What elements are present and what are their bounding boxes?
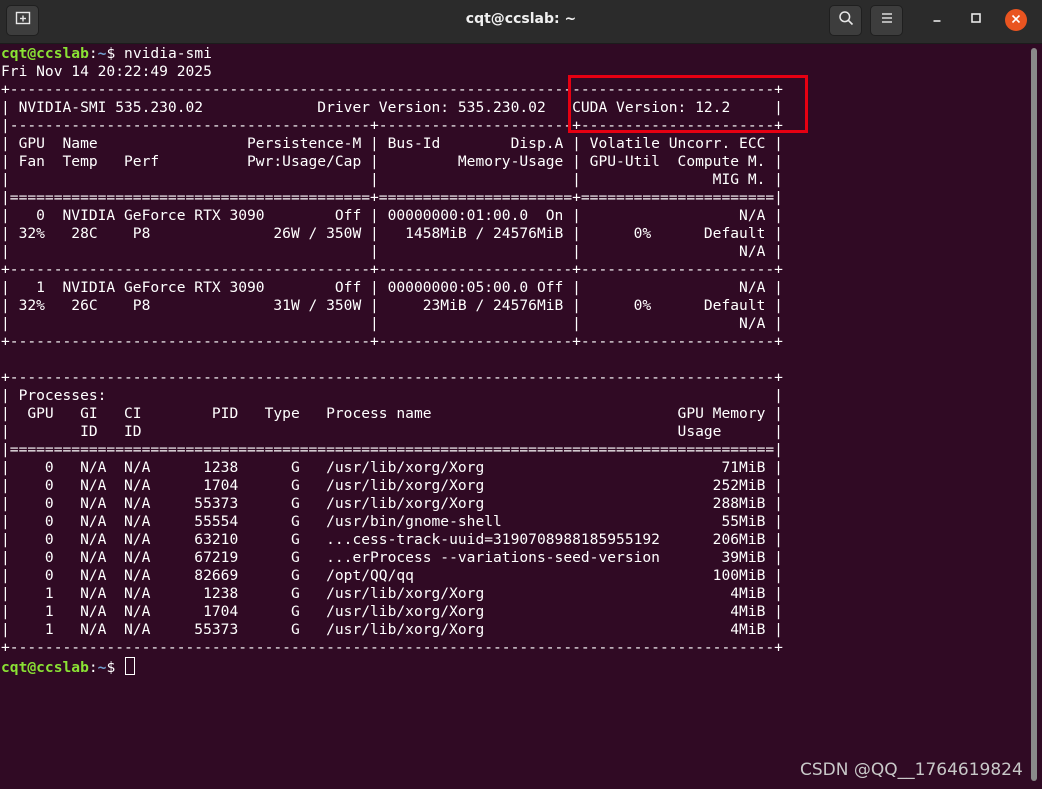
- command-text: nvidia-smi: [124, 45, 212, 62]
- maximize-button[interactable]: [965, 9, 987, 31]
- timestamp-line: Fri Nov 14 20:22:49 2025: [1, 63, 212, 80]
- process-row: | 0 N/A N/A 82669 G /opt/QQ/qq 100MiB |: [1, 567, 783, 584]
- text-cursor: [125, 657, 136, 675]
- new-tab-button[interactable]: [6, 5, 39, 36]
- title-bar[interactable]: cqt@ccslab: ~: [0, 0, 1042, 44]
- smi-header-border: +---------------------------------------…: [1, 81, 783, 98]
- gpu-1-separator: +---------------------------------------…: [1, 333, 783, 350]
- process-row: | 0 N/A N/A 63210 G ...cess-track-uuid=3…: [1, 531, 783, 548]
- prompt-separator: :: [88, 659, 98, 676]
- processes-column-header-1: | GPU GI CI PID Type Process name GPU Me…: [1, 405, 783, 422]
- prompt-user-host: cqt@ccslab: [1, 659, 89, 676]
- process-row: | 1 N/A N/A 55373 G /usr/lib/xorg/Xorg 4…: [1, 621, 783, 638]
- gpu-0-row-3: | | | N/A |: [1, 243, 783, 260]
- process-row: | 0 N/A N/A 1704 G /usr/lib/xorg/Xorg 25…: [1, 477, 783, 494]
- smi-column-header-1: | GPU Name Persistence-M | Bus-Id Disp.A…: [1, 135, 783, 152]
- minimize-icon: [931, 11, 943, 29]
- close-icon: [1011, 11, 1021, 29]
- terminal-area[interactable]: cqt@ccslab:~$ nvidia-smi Fri Nov 14 20:2…: [0, 44, 1028, 789]
- search-button[interactable]: [829, 5, 862, 36]
- processes-border: +---------------------------------------…: [1, 369, 783, 386]
- process-row: | 0 N/A N/A 55373 G /usr/lib/xorg/Xorg 2…: [1, 495, 783, 512]
- smi-column-header-3: | | | MIG M. |: [1, 171, 783, 188]
- maximize-icon: [970, 11, 982, 29]
- menu-button[interactable]: [870, 5, 903, 36]
- gpu-0-separator: +---------------------------------------…: [1, 261, 783, 278]
- process-row: | 0 N/A N/A 67219 G ...erProcess --varia…: [1, 549, 783, 566]
- close-button[interactable]: [1005, 9, 1027, 31]
- processes-column-header-2: | ID ID Usage |: [1, 423, 783, 440]
- process-row: | 0 N/A N/A 1238 G /usr/lib/xorg/Xorg 71…: [1, 459, 783, 476]
- minimize-button[interactable]: [926, 9, 948, 31]
- process-row: | 1 N/A N/A 1704 G /usr/lib/xorg/Xorg 4M…: [1, 603, 783, 620]
- gpu-0-row-1: | 0 NVIDIA GeForce RTX 3090 Off | 000000…: [1, 207, 783, 224]
- terminal-window: cqt@ccslab: ~ cqt@ccslab:~$ nvidia-smi F…: [0, 0, 1042, 789]
- gpu-1-row-1: | 1 NVIDIA GeForce RTX 3090 Off | 000000…: [1, 279, 783, 296]
- smi-header-divider: |---------------------------------------…: [1, 117, 783, 134]
- csdn-watermark: CSDN @QQ__1764619824: [800, 760, 1023, 780]
- new-tab-icon: [15, 10, 31, 31]
- process-row: | 0 N/A N/A 55554 G /usr/bin/gnome-shell…: [1, 513, 783, 530]
- processes-title: | Processes: |: [1, 387, 783, 404]
- hamburger-menu-icon: [880, 11, 894, 30]
- processes-rule: |=======================================…: [1, 441, 783, 458]
- gpu-1-row-3: | | | N/A |: [1, 315, 783, 332]
- gpu-1-row-2: | 32% 26C P8 31W / 350W | 23MiB / 24576M…: [1, 297, 783, 314]
- process-row: | 1 N/A N/A 1238 G /usr/lib/xorg/Xorg 4M…: [1, 585, 783, 602]
- command-line: cqt@ccslab:~$ nvidia-smi: [1, 45, 783, 63]
- search-icon: [838, 10, 854, 31]
- prompt-user-host: cqt@ccslab: [1, 45, 89, 62]
- processes-footer: +---------------------------------------…: [1, 639, 783, 656]
- prompt-symbol: $: [106, 659, 125, 676]
- smi-version-line: | NVIDIA-SMI 535.230.02 Driver Version: …: [1, 99, 783, 116]
- smi-column-header-2: | Fan Temp Perf Pwr:Usage/Cap | Memory-U…: [1, 153, 783, 170]
- prompt-symbol: $: [106, 45, 125, 62]
- terminal-output: cqt@ccslab:~$ nvidia-smi Fri Nov 14 20:2…: [1, 45, 783, 676]
- smi-header-rule: |=======================================…: [1, 189, 783, 206]
- active-prompt-line[interactable]: cqt@ccslab:~$: [1, 657, 783, 676]
- vertical-scrollbar[interactable]: [1031, 48, 1037, 781]
- gpu-0-row-2: | 32% 28C P8 26W / 350W | 1458MiB / 2457…: [1, 225, 783, 242]
- prompt-separator: :: [88, 45, 98, 62]
